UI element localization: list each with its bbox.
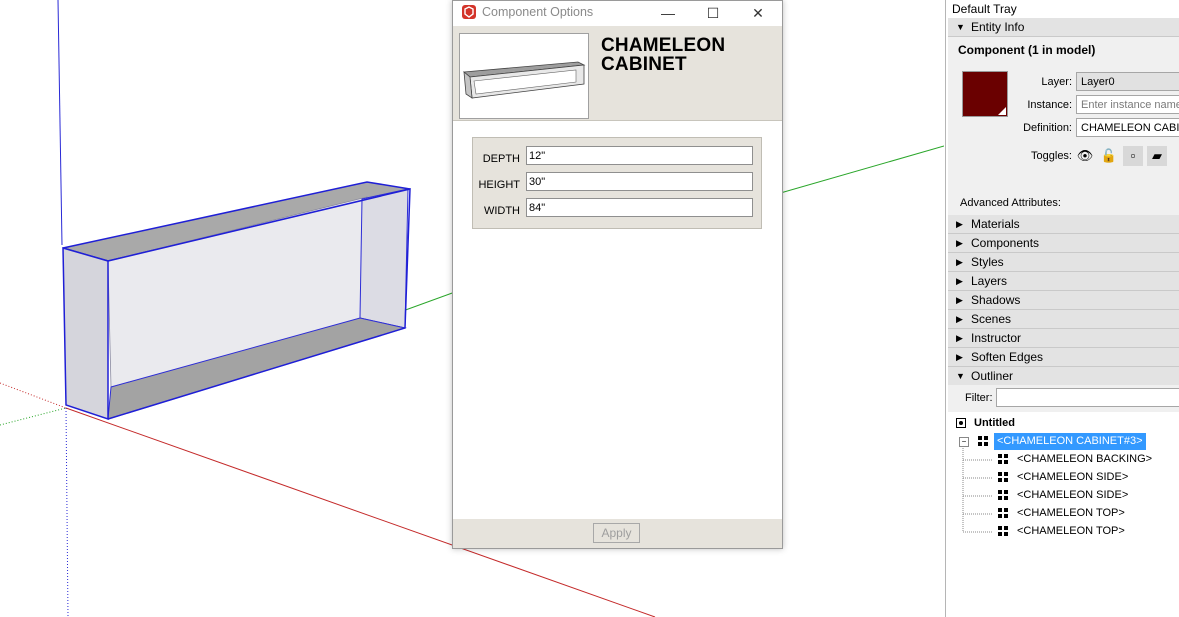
- section-entity-info[interactable]: ▼ Entity Info: [948, 18, 1179, 37]
- instance-label: Instance:: [1027, 99, 1072, 111]
- collapse-tree-icon[interactable]: −: [959, 437, 969, 447]
- component-icon: [998, 526, 1008, 536]
- section-layers[interactable]: ▶ Layers: [948, 272, 1179, 291]
- tray-title: Default Tray: [952, 2, 1017, 16]
- dialog-footer: Apply: [453, 519, 782, 548]
- outliner-child-label: <CHAMELEON SIDE>: [1017, 489, 1129, 501]
- component-options-dialog[interactable]: Component Options — ☐ ✕ CHAMELEON CABINE…: [452, 0, 783, 549]
- collapsed-triangle-icon: ▶: [956, 219, 963, 229]
- section-instructor[interactable]: ▶ Instructor: [948, 329, 1179, 348]
- instance-input[interactable]: Enter instance name: [1076, 95, 1179, 114]
- dialog-titlebar[interactable]: Component Options — ☐ ✕: [453, 1, 782, 25]
- minimize-icon[interactable]: —: [653, 3, 683, 23]
- sketchup-app-icon: [462, 5, 476, 19]
- cast-shadows-toggle-icon[interactable]: ▰: [1147, 146, 1167, 166]
- component-icon: [998, 490, 1008, 500]
- expanded-triangle-icon: ▼: [956, 371, 965, 381]
- blue-axis: [57, 0, 63, 246]
- collapsed-triangle-icon: ▶: [956, 257, 963, 267]
- lock-toggle-icon[interactable]: 🔓: [1099, 146, 1119, 166]
- collapsed-triangle-icon: ▶: [956, 276, 963, 286]
- model-root-icon: [956, 418, 966, 428]
- attributes-panel: DEPTH 12" HEIGHT 30" WIDTH 84": [472, 137, 762, 229]
- cabinet-inner-side: [359, 188, 409, 329]
- outliner-child-label: <CHAMELEON TOP>: [1017, 507, 1125, 519]
- component-name: CHAMELEON CABINET: [601, 35, 726, 75]
- component-icon: [998, 454, 1008, 464]
- outliner-child-label: <CHAMELEON TOP>: [1017, 525, 1125, 537]
- outliner-root-label: Untitled: [974, 417, 1015, 429]
- definition-input[interactable]: CHAMELEON CABINET: [1076, 118, 1179, 137]
- height-input[interactable]: 30": [526, 172, 753, 191]
- receive-shadows-toggle-icon[interactable]: ▫: [1123, 146, 1143, 166]
- outliner-child-label: <CHAMELEON BACKING>: [1017, 453, 1153, 465]
- layer-dropdown[interactable]: Layer0: [1076, 72, 1179, 91]
- section-scenes[interactable]: ▶ Scenes: [948, 310, 1179, 329]
- toggles-label: Toggles:: [1031, 150, 1072, 162]
- collapsed-triangle-icon: ▶: [956, 314, 963, 324]
- blue-axis-dotted: [65, 407, 69, 617]
- component-icon: [978, 436, 988, 446]
- dialog-header: CHAMELEON CABINET: [453, 26, 782, 121]
- section-materials[interactable]: ▶ Materials: [948, 215, 1179, 234]
- outliner-panel: Filter: Untitled − <CHAMELEON CABINET#3>…: [948, 385, 1179, 617]
- hidden-toggle-eye-icon[interactable]: 👁: [1075, 146, 1095, 166]
- component-icon: [998, 472, 1008, 482]
- collapsed-triangle-icon: ▶: [956, 333, 963, 343]
- section-outliner[interactable]: ▼ Outliner: [948, 367, 1179, 386]
- close-icon[interactable]: ✕: [743, 3, 773, 23]
- collapsed-triangle-icon: ▶: [956, 295, 963, 305]
- cabinet-thumbnail-icon: [462, 61, 586, 99]
- outliner-selected-label: <CHAMELEON CABINET#3>: [994, 433, 1146, 450]
- width-label: WIDTH: [483, 205, 520, 217]
- advanced-attributes-label: Advanced Attributes:: [960, 197, 1061, 209]
- component-thumbnail: [459, 33, 589, 119]
- maximize-icon[interactable]: ☐: [698, 3, 728, 23]
- attribute-row-width: WIDTH 84": [473, 198, 761, 222]
- depth-label: DEPTH: [482, 153, 520, 165]
- attribute-row-height: HEIGHT 30": [473, 172, 761, 196]
- green-axis: [769, 145, 944, 197]
- entity-info-panel: Component (1 in model) Layer: Layer0 Ins…: [948, 37, 1179, 215]
- component-icon: [998, 508, 1008, 518]
- green-axis-mid: [399, 291, 456, 313]
- cabinet-left-side: [62, 246, 109, 421]
- section-shadows[interactable]: ▶ Shadows: [948, 291, 1179, 310]
- outliner-child-label: <CHAMELEON SIDE>: [1017, 471, 1129, 483]
- entity-info-header: Component (1 in model): [958, 43, 1096, 57]
- layer-label: Layer:: [1041, 76, 1072, 88]
- section-styles[interactable]: ▶ Styles: [948, 253, 1179, 272]
- height-label: HEIGHT: [478, 179, 520, 191]
- expanded-triangle-icon: ▼: [956, 22, 965, 32]
- width-input[interactable]: 84": [526, 198, 753, 217]
- collapsed-triangle-icon: ▶: [956, 352, 963, 362]
- green-axis-dotted: [0, 407, 67, 426]
- section-soften-edges[interactable]: ▶ Soften Edges: [948, 348, 1179, 367]
- default-tray: Default Tray ▼ Entity Info Component (1 …: [945, 0, 1179, 617]
- dialog-title: Component Options: [482, 5, 594, 19]
- red-axis-dotted: [0, 382, 67, 409]
- material-swatch[interactable]: [962, 71, 1008, 117]
- depth-input[interactable]: 12": [526, 146, 753, 165]
- apply-button[interactable]: Apply: [593, 523, 640, 543]
- section-components[interactable]: ▶ Components: [948, 234, 1179, 253]
- attribute-row-depth: DEPTH 12": [473, 146, 761, 170]
- collapsed-triangle-icon: ▶: [956, 238, 963, 248]
- definition-label: Definition:: [1023, 122, 1072, 134]
